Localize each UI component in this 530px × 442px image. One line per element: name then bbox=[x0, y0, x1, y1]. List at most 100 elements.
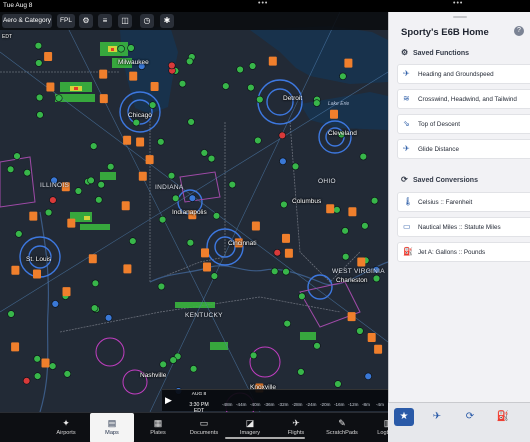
timeline-offset-label[interactable]: -12m bbox=[348, 402, 358, 407]
layer-selector-button[interactable]: Aero & Category bbox=[2, 14, 52, 28]
tfr-marker[interactable] bbox=[33, 269, 41, 279]
airport-weather-dot[interactable] bbox=[51, 300, 59, 308]
location-icon[interactable]: ✱ bbox=[160, 14, 174, 28]
airport-weather-dot[interactable] bbox=[132, 118, 141, 127]
airport-weather-dot[interactable] bbox=[106, 163, 115, 171]
tfr-marker[interactable] bbox=[201, 248, 209, 258]
airport-weather-dot[interactable] bbox=[149, 101, 157, 109]
tfr-marker[interactable] bbox=[347, 312, 356, 322]
airport-weather-dot[interactable] bbox=[313, 342, 321, 350]
e6b-item-glide[interactable]: ✈ Glide Distance bbox=[397, 139, 530, 159]
airport-weather-dot[interactable] bbox=[104, 314, 113, 322]
airport-weather-dot[interactable] bbox=[178, 79, 187, 88]
weather-timeline[interactable]: ▶ AUG 8 3:30 PM EDT -48m -44m -40m -36m -32m… bbox=[162, 389, 388, 414]
airport-weather-dot[interactable] bbox=[167, 172, 176, 180]
airport-weather-dot[interactable] bbox=[298, 292, 306, 300]
tfr-marker[interactable] bbox=[344, 58, 353, 68]
e6b-item-plane-heading[interactable]: ✈ Heading and Groundspeed bbox=[397, 64, 530, 84]
tfr-marker[interactable] bbox=[326, 204, 335, 214]
multitask-handle[interactable]: ••• bbox=[258, 0, 268, 7]
airport-weather-dot[interactable] bbox=[342, 253, 350, 261]
tab-documents[interactable]: ▭ Documents bbox=[182, 413, 226, 442]
panel-multitask-handle[interactable]: ••• bbox=[453, 0, 463, 7]
airport-weather-dot[interactable] bbox=[117, 45, 125, 53]
airport-weather-dot[interactable] bbox=[48, 362, 57, 370]
tfr-marker[interactable] bbox=[62, 287, 71, 297]
tfr-marker[interactable] bbox=[99, 94, 108, 104]
airport-weather-dot[interactable] bbox=[370, 197, 379, 205]
conversion-icon[interactable]: ⟳ bbox=[460, 408, 480, 426]
airport-weather-dot[interactable] bbox=[222, 82, 230, 90]
gear-icon[interactable]: ⚙ bbox=[79, 14, 93, 28]
airport-weather-dot[interactable] bbox=[44, 208, 53, 217]
e6b-item-wind[interactable]: ≋ Crosswind, Headwind, and Tailwind bbox=[397, 89, 530, 109]
tfr-marker[interactable] bbox=[67, 218, 76, 228]
tfr-marker[interactable] bbox=[29, 211, 38, 221]
airport-weather-dot[interactable] bbox=[249, 351, 258, 360]
airport-weather-dot[interactable] bbox=[13, 152, 21, 160]
e6b-item-ruler[interactable]: ▭ Nautical Miles :: Statute Miles bbox=[397, 217, 530, 237]
tfr-marker[interactable] bbox=[44, 52, 53, 61]
airport-weather-dot[interactable] bbox=[23, 169, 31, 177]
airport-weather-dot[interactable] bbox=[207, 154, 216, 163]
airport-weather-dot[interactable] bbox=[95, 196, 103, 204]
tfr-marker[interactable] bbox=[282, 233, 290, 243]
airport-weather-dot[interactable] bbox=[157, 282, 166, 291]
timeline-offset-label[interactable]: -36m bbox=[264, 402, 274, 407]
airport-weather-dot[interactable] bbox=[248, 62, 257, 70]
airport-weather-dot[interactable] bbox=[90, 304, 99, 312]
airport-weather-dot[interactable] bbox=[297, 368, 305, 376]
airport-weather-dot[interactable] bbox=[186, 57, 194, 66]
timeline-offset-label[interactable]: -24m bbox=[306, 402, 316, 407]
tfr-marker[interactable] bbox=[374, 344, 383, 354]
airport-weather-dot[interactable] bbox=[372, 274, 381, 283]
airport-weather-dot[interactable] bbox=[291, 162, 300, 171]
airport-weather-dot[interactable] bbox=[339, 72, 347, 81]
airport-weather-dot[interactable] bbox=[33, 355, 41, 363]
airport-weather-dot[interactable] bbox=[210, 272, 219, 280]
airport-weather-dot[interactable] bbox=[129, 237, 137, 245]
e6b-item-thermometer[interactable]: 🌡 Celsius :: Farenheit bbox=[397, 192, 530, 212]
airport-weather-dot[interactable] bbox=[212, 212, 221, 220]
airport-weather-dot[interactable] bbox=[97, 181, 105, 189]
tfr-marker[interactable] bbox=[41, 358, 50, 368]
airport-weather-dot[interactable] bbox=[7, 310, 15, 318]
tab-plates[interactable]: ▦ Plates bbox=[136, 413, 180, 442]
tfr-marker[interactable] bbox=[123, 264, 132, 274]
airport-weather-dot[interactable] bbox=[279, 157, 287, 166]
airport-weather-dot[interactable] bbox=[49, 196, 57, 204]
tfr-marker[interactable] bbox=[348, 207, 357, 217]
aircraft-icon[interactable]: ✈ bbox=[427, 408, 447, 426]
airport-weather-dot[interactable] bbox=[36, 111, 44, 119]
airport-weather-dot[interactable] bbox=[361, 222, 369, 230]
airport-weather-dot[interactable] bbox=[169, 356, 177, 364]
airport-weather-dot[interactable] bbox=[256, 95, 264, 104]
airport-weather-dot[interactable] bbox=[91, 279, 100, 287]
tfr-marker[interactable] bbox=[99, 69, 108, 79]
tfr-marker[interactable] bbox=[150, 82, 159, 91]
airport-weather-dot[interactable] bbox=[187, 118, 195, 126]
timeline-offset-label[interactable]: -44m bbox=[236, 402, 246, 407]
help-icon[interactable]: ? bbox=[514, 26, 524, 36]
airport-weather-dot[interactable] bbox=[55, 94, 63, 102]
airport-weather-dot[interactable] bbox=[172, 194, 180, 203]
tfr-marker[interactable] bbox=[268, 56, 277, 66]
timer-icon[interactable]: ◷ bbox=[140, 14, 154, 28]
favorites-star-icon[interactable]: ★ bbox=[394, 408, 414, 426]
airport-weather-dot[interactable] bbox=[168, 61, 176, 70]
tfr-marker[interactable] bbox=[138, 171, 147, 181]
tab-scratchpads[interactable]: ✎ ScratchPads bbox=[320, 413, 364, 442]
airport-weather-dot[interactable] bbox=[159, 360, 167, 369]
airport-weather-dot[interactable] bbox=[359, 152, 367, 161]
airport-weather-dot[interactable] bbox=[278, 131, 286, 140]
timeline-offset-label[interactable]: -4m bbox=[376, 402, 384, 407]
airport-weather-dot[interactable] bbox=[283, 319, 291, 328]
tfr-marker[interactable] bbox=[251, 221, 260, 231]
airport-weather-dot[interactable] bbox=[334, 380, 342, 388]
airport-weather-dot[interactable] bbox=[157, 138, 165, 146]
settings-sliders-icon[interactable]: ≡ bbox=[98, 14, 112, 28]
timeline-offset-label[interactable]: -20m bbox=[320, 402, 330, 407]
airport-weather-dot[interactable] bbox=[228, 180, 237, 189]
tfr-marker[interactable] bbox=[11, 342, 20, 352]
timeline-offset-label[interactable]: -28m bbox=[292, 402, 302, 407]
